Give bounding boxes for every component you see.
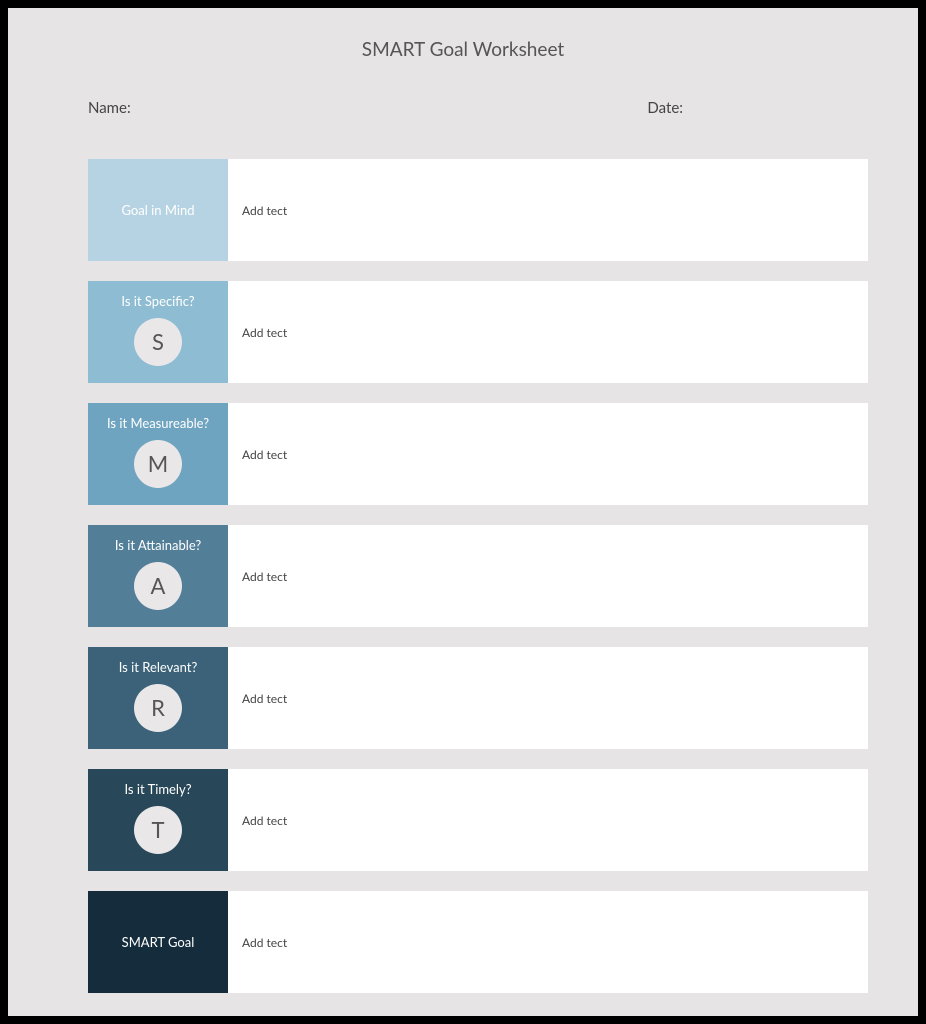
letter-circle: T <box>134 806 182 854</box>
row-label: Is it Attainable? <box>115 537 201 554</box>
letter: T <box>152 816 165 843</box>
row-placeholder: Add tect <box>242 203 287 218</box>
letter-circle: S <box>134 318 182 366</box>
row-placeholder: Add tect <box>242 691 287 706</box>
row-goal-in-mind: Goal in Mind Add tect <box>88 159 868 261</box>
worksheet-page: SMART Goal Worksheet Name: Date: Goal in… <box>8 8 918 1016</box>
row-input-cell[interactable]: Add tect <box>228 159 868 261</box>
row-specific: Is it Specific? S Add tect <box>88 281 868 383</box>
letter: M <box>148 450 168 477</box>
row-placeholder: Add tect <box>242 813 287 828</box>
row-label-cell: Is it Specific? S <box>88 281 228 383</box>
row-label: Is it Measureable? <box>107 415 209 432</box>
row-label-cell: Goal in Mind <box>88 159 228 261</box>
row-label: Is it Specific? <box>121 293 194 310</box>
letter-circle: M <box>134 440 182 488</box>
letter: S <box>152 328 164 355</box>
row-label-cell: Is it Attainable? A <box>88 525 228 627</box>
row-smart-goal: SMART Goal Add tect <box>88 891 868 993</box>
rows-container: Goal in Mind Add tect Is it Specific? S … <box>33 159 893 993</box>
row-attainable: Is it Attainable? A Add tect <box>88 525 868 627</box>
row-label-cell: Is it Timely? T <box>88 769 228 871</box>
row-placeholder: Add tect <box>242 325 287 340</box>
header-row: Name: Date: <box>33 99 893 117</box>
row-label-cell: Is it Measureable? M <box>88 403 228 505</box>
letter: A <box>151 572 166 599</box>
row-input-cell[interactable]: Add tect <box>228 647 868 749</box>
row-input-cell[interactable]: Add tect <box>228 769 868 871</box>
name-label: Name: <box>88 99 131 117</box>
row-placeholder: Add tect <box>242 447 287 462</box>
letter-circle: A <box>134 562 182 610</box>
date-label: Date: <box>647 99 683 117</box>
row-relevant: Is it Relevant? R Add tect <box>88 647 868 749</box>
row-input-cell[interactable]: Add tect <box>228 525 868 627</box>
row-label: Is it Relevant? <box>119 659 198 676</box>
row-label-cell: Is it Relevant? R <box>88 647 228 749</box>
row-label: SMART Goal <box>122 934 195 951</box>
letter: R <box>151 694 165 721</box>
row-label-cell: SMART Goal <box>88 891 228 993</box>
row-label: Is it Timely? <box>124 781 191 798</box>
row-timely: Is it Timely? T Add tect <box>88 769 868 871</box>
row-placeholder: Add tect <box>242 935 287 950</box>
page-title: SMART Goal Worksheet <box>33 38 893 61</box>
row-placeholder: Add tect <box>242 569 287 584</box>
row-input-cell[interactable]: Add tect <box>228 891 868 993</box>
row-input-cell[interactable]: Add tect <box>228 403 868 505</box>
row-measureable: Is it Measureable? M Add tect <box>88 403 868 505</box>
row-input-cell[interactable]: Add tect <box>228 281 868 383</box>
row-label: Goal in Mind <box>122 202 195 219</box>
letter-circle: R <box>134 684 182 732</box>
